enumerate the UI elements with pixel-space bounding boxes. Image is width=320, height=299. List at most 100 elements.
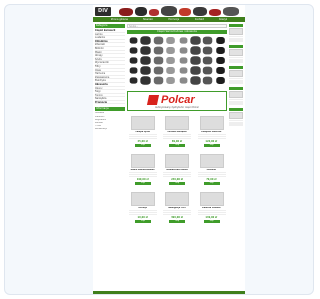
nav-contact[interactable]: Kontakt bbox=[195, 18, 204, 21]
buy-button[interactable]: Kup bbox=[135, 182, 151, 185]
product-card[interactable]: Uchwyt 19,00 zł Kup bbox=[127, 190, 158, 226]
part-thumbnail[interactable] bbox=[166, 46, 176, 55]
part-thumbnail[interactable] bbox=[153, 66, 164, 75]
category-item[interactable]: Promocje bbox=[95, 101, 125, 105]
nav-promo[interactable]: Promocje bbox=[168, 18, 179, 21]
product-card[interactable]: Radio samochodowe 199,00 zł Kup bbox=[127, 152, 158, 188]
part-thumbnail[interactable] bbox=[215, 56, 225, 65]
nav-home[interactable]: Strona główna bbox=[111, 18, 128, 21]
nav-cart[interactable]: Koszyk bbox=[219, 18, 227, 21]
main-content: Szukaj... Części Samochodowe i Akcesoria… bbox=[127, 24, 227, 294]
part-thumbnail[interactable] bbox=[140, 36, 152, 45]
product-price: 399,00 zł bbox=[171, 216, 183, 219]
part-thumbnail[interactable] bbox=[153, 76, 164, 85]
buy-button[interactable]: Kup bbox=[169, 182, 186, 185]
part-thumbnail[interactable] bbox=[215, 66, 225, 75]
part-thumbnail[interactable] bbox=[140, 56, 152, 65]
screenshot-card: DIV Strona główna Nowości Promocje Konta… bbox=[4, 4, 314, 295]
product-card[interactable]: Lampa tylna 45,00 zł Kup bbox=[127, 114, 158, 150]
banner-title: Części Samochodowe i Akcesoria bbox=[127, 30, 227, 34]
right-box[interactable] bbox=[229, 87, 243, 105]
polcar-banner[interactable]: Polcar Autoryzowany dystrybutor części P… bbox=[127, 91, 227, 111]
right-box[interactable] bbox=[229, 108, 243, 126]
product-image[interactable] bbox=[165, 154, 190, 168]
product-image[interactable] bbox=[199, 192, 224, 206]
info-heading: Informacje bbox=[95, 107, 125, 112]
right-box[interactable] bbox=[229, 66, 243, 84]
product-title[interactable]: Uchwyt bbox=[127, 207, 158, 209]
part-thumbnail[interactable] bbox=[203, 56, 213, 65]
part-thumbnail[interactable] bbox=[129, 77, 138, 84]
product-image[interactable] bbox=[131, 116, 155, 130]
product-image[interactable] bbox=[131, 154, 155, 168]
part-thumbnail[interactable] bbox=[190, 36, 201, 45]
buy-button[interactable]: Kup bbox=[169, 220, 186, 223]
part-thumbnail[interactable] bbox=[203, 46, 213, 55]
right-box[interactable] bbox=[229, 45, 243, 63]
product-title[interactable]: Nawigacja GPS bbox=[161, 207, 192, 209]
product-image[interactable] bbox=[131, 192, 155, 206]
buy-button[interactable]: Kup bbox=[169, 144, 186, 147]
part-thumbnail[interactable] bbox=[179, 77, 188, 84]
product-image[interactable] bbox=[165, 116, 190, 130]
part-thumbnail[interactable] bbox=[179, 57, 188, 64]
part-thumbnail[interactable] bbox=[179, 37, 188, 44]
part-thumbnail[interactable] bbox=[153, 56, 164, 65]
part-thumbnail[interactable] bbox=[129, 57, 138, 64]
buy-button[interactable]: Kup bbox=[135, 220, 151, 223]
product-title[interactable]: Wzmacniacz audio bbox=[161, 169, 192, 171]
nav-new[interactable]: Nowości bbox=[143, 18, 153, 21]
part-thumbnail[interactable] bbox=[215, 36, 225, 45]
product-title[interactable]: Głośniki bbox=[196, 169, 227, 171]
buy-button[interactable]: Kup bbox=[135, 144, 151, 147]
part-thumbnail[interactable] bbox=[179, 47, 188, 54]
product-card[interactable]: Nawigacja GPS 399,00 zł Kup bbox=[161, 190, 192, 226]
buy-button[interactable]: Kup bbox=[203, 182, 220, 185]
part-thumbnail[interactable] bbox=[140, 76, 152, 85]
part-thumbnail[interactable] bbox=[203, 76, 213, 85]
product-title[interactable]: Komplet lusterek bbox=[196, 131, 227, 133]
product-title[interactable]: Zestaw narzędzi bbox=[161, 131, 192, 133]
left-sidebar: Kategorie Części karoserii Lampy Lusterka C… bbox=[95, 24, 125, 224]
part-thumbnail[interactable] bbox=[140, 46, 152, 55]
part-thumbnail[interactable] bbox=[166, 36, 176, 45]
right-box[interactable] bbox=[229, 24, 243, 42]
part-thumbnail[interactable] bbox=[129, 37, 138, 44]
part-thumbnail[interactable] bbox=[215, 46, 225, 55]
product-card[interactable]: Kamera cofania 149,00 zł Kup bbox=[196, 190, 227, 226]
part-thumbnail[interactable] bbox=[166, 66, 176, 75]
part-thumbnail[interactable] bbox=[203, 36, 213, 45]
part-thumbnail[interactable] bbox=[190, 66, 201, 75]
part-thumbnail[interactable] bbox=[190, 76, 201, 85]
part-thumbnail[interactable] bbox=[166, 76, 176, 85]
part-thumbnail[interactable] bbox=[153, 36, 164, 45]
parts-grid[interactable] bbox=[127, 35, 227, 89]
product-title[interactable]: Lampa tylna bbox=[127, 131, 158, 133]
buy-button[interactable]: Kup bbox=[203, 144, 220, 147]
product-image[interactable] bbox=[199, 116, 224, 130]
part-thumbnail[interactable] bbox=[190, 46, 201, 55]
product-card[interactable]: Komplet lusterek 120,00 zł Kup bbox=[196, 114, 227, 150]
product-image[interactable] bbox=[199, 154, 224, 168]
part-thumbnail[interactable] bbox=[215, 76, 225, 85]
buy-button[interactable]: Kup bbox=[203, 220, 220, 223]
product-title[interactable]: Kamera cofania bbox=[196, 207, 227, 209]
part-thumbnail[interactable] bbox=[203, 66, 213, 75]
site-footer bbox=[93, 291, 245, 294]
part-thumbnail[interactable] bbox=[190, 56, 201, 65]
part-thumbnail[interactable] bbox=[140, 66, 152, 75]
info-list: Dostawa Płatności Regulamin Kontakt O nas Rek… bbox=[95, 112, 125, 131]
product-card[interactable]: Wzmacniacz audio 249,00 zł Kup bbox=[161, 152, 192, 188]
product-image[interactable] bbox=[165, 192, 190, 206]
info-link[interactable]: Reklamacje bbox=[95, 128, 125, 131]
site-logo[interactable]: DIV bbox=[95, 7, 111, 16]
part-thumbnail[interactable] bbox=[166, 56, 176, 65]
part-thumbnail[interactable] bbox=[129, 67, 138, 74]
product-title[interactable]: Radio samochodowe bbox=[127, 169, 158, 171]
part-thumbnail[interactable] bbox=[153, 46, 164, 55]
part-thumbnail[interactable] bbox=[179, 67, 188, 74]
product-card[interactable]: Zestaw narzędzi 89,00 zł Kup bbox=[161, 114, 192, 150]
part-thumbnail[interactable] bbox=[129, 47, 138, 54]
search-input[interactable]: Szukaj... bbox=[127, 24, 227, 28]
product-card[interactable]: Głośniki 79,00 zł Kup bbox=[196, 152, 227, 188]
